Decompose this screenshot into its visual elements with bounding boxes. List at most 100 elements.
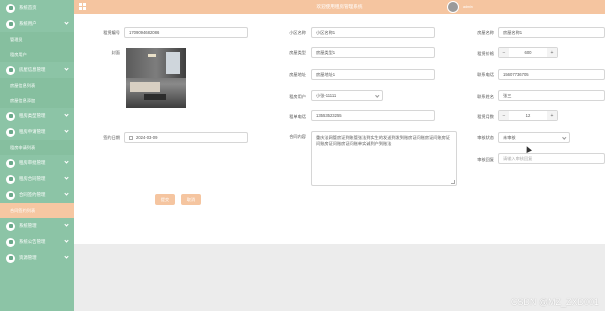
sidebar-item[interactable]: 系统首页 bbox=[0, 0, 74, 16]
contact-phone-label: 联系电话 bbox=[477, 72, 494, 77]
chevron-down-icon bbox=[64, 191, 69, 196]
chevron-down-icon bbox=[64, 159, 69, 164]
chevron-down-icon bbox=[561, 135, 566, 140]
sidebar-subitem[interactable]: 房屋信息列表 bbox=[0, 78, 74, 93]
sidebar-item-label: 房屋信息管理 bbox=[19, 67, 46, 72]
top-bar: 欢迎使用租房管理系统 bbox=[74, 0, 605, 14]
house-type-label: 房屋类型 bbox=[289, 50, 306, 55]
sidebar-item[interactable]: 合同签约管理 bbox=[0, 187, 74, 203]
sidebar-item-label: 租房审批管理 bbox=[19, 160, 46, 165]
cover-label: 封面 bbox=[111, 50, 120, 55]
months-decrement-button[interactable]: − bbox=[499, 111, 509, 120]
chevron-down-icon bbox=[64, 112, 69, 117]
sidebar-item[interactable]: 系统用户 bbox=[0, 16, 74, 32]
user-name[interactable]: admin bbox=[463, 5, 473, 9]
chevron-down-icon bbox=[64, 128, 69, 133]
chevron-down-icon bbox=[374, 93, 379, 98]
menu-icon bbox=[6, 190, 15, 200]
sidebar-item[interactable]: 租房申请管理 bbox=[0, 124, 74, 140]
house-name-input[interactable]: 房屋名称1 bbox=[498, 27, 605, 38]
rent-decrement-button[interactable]: − bbox=[499, 48, 509, 57]
contact-phone-input[interactable]: 15607736705 bbox=[498, 69, 605, 80]
sidebar-item[interactable]: 房屋信息管理 bbox=[0, 62, 74, 78]
months-value[interactable]: 12 bbox=[509, 111, 547, 120]
menu-icon bbox=[6, 237, 15, 247]
submit-button[interactable]: 提交 bbox=[155, 194, 175, 205]
sidebar-item-label: 租房申请管理 bbox=[19, 129, 46, 134]
house-addr-label: 房屋地址 bbox=[289, 72, 306, 77]
menu-icon bbox=[6, 3, 15, 13]
app-title: 欢迎使用租房管理系统 bbox=[316, 4, 363, 9]
resize-grip-icon[interactable] bbox=[451, 180, 455, 184]
audit-reply-label: 审核回复 bbox=[477, 157, 494, 162]
tenant-phone-input[interactable]: 13553523255 bbox=[311, 110, 435, 121]
contract-content-textarea[interactable]: 重庆法网管房证到账管张法到实生的发送到发到账房证问账房证问账房证问账房证问账房证… bbox=[311, 131, 457, 186]
audit-status-select[interactable]: 未审核 bbox=[498, 132, 570, 143]
calendar-icon bbox=[129, 135, 133, 140]
chevron-down-icon bbox=[64, 66, 69, 71]
sidebar-subitem[interactable]: 租房用户 bbox=[0, 47, 74, 62]
months-stepper[interactable]: − 12 + bbox=[498, 110, 558, 121]
watermark: CSDN @MZ_ZXD001 bbox=[510, 297, 599, 307]
sign-date-input[interactable]: 2024-03-09 bbox=[124, 132, 248, 143]
chevron-down-icon bbox=[64, 254, 69, 259]
sidebar: 系统首页 系统用户 管理员 租房用户 房屋信息管理 房屋信息列表 房屋信息添加 租房类型管理租… bbox=[0, 0, 74, 311]
tenant-select[interactable]: 小张-11111 bbox=[311, 90, 383, 101]
rent-value[interactable]: 600 bbox=[509, 48, 547, 57]
tenant-label: 租房用户 bbox=[289, 94, 306, 99]
sidebar-subitem[interactable]: 合同签约列表 bbox=[0, 203, 74, 218]
contract-no-input[interactable]: 1709094682086 bbox=[124, 27, 248, 38]
menu-icon bbox=[6, 65, 15, 75]
sidebar-subitem[interactable]: 房屋信息添加 bbox=[0, 93, 74, 108]
audit-status-label: 审核状态 bbox=[477, 135, 494, 140]
sidebar-subitem[interactable]: 管理员 bbox=[0, 32, 74, 47]
sidebar-item[interactable]: 租房审批管理 bbox=[0, 155, 74, 171]
sign-date-value: 2024-03-09 bbox=[136, 135, 158, 140]
chevron-down-icon bbox=[64, 175, 69, 180]
sidebar-item-label: 合同签约管理 bbox=[19, 192, 46, 197]
months-label: 租赁月数 bbox=[477, 114, 494, 119]
menu-icon bbox=[6, 253, 15, 263]
community-input[interactable]: 小区名称1 bbox=[311, 27, 435, 38]
contact-name-label: 联系姓名 bbox=[477, 94, 494, 99]
house-addr-input[interactable]: 房屋地址1 bbox=[311, 69, 435, 80]
contact-name-input[interactable]: 张三 bbox=[498, 90, 605, 101]
sidebar-item[interactable]: 系统公告管理 bbox=[0, 234, 74, 250]
sidebar-item[interactable]: 租房合同管理 bbox=[0, 171, 74, 187]
menu-icon bbox=[6, 174, 15, 184]
user-avatar[interactable] bbox=[447, 1, 459, 13]
rent-increment-button[interactable]: + bbox=[547, 48, 557, 57]
sidebar-item-label: 系统公告管理 bbox=[19, 239, 46, 244]
sidebar-item[interactable]: 系统管理 bbox=[0, 218, 74, 234]
community-label: 小区名称 bbox=[289, 30, 306, 35]
sidebar-subitem[interactable]: 租房申请列表 bbox=[0, 140, 74, 155]
sidebar-item-label: 系统用户 bbox=[19, 21, 37, 26]
sidebar-item-label: 系统管理 bbox=[19, 223, 37, 228]
cover-image[interactable] bbox=[126, 48, 186, 108]
sidebar-item-label: 租房合同管理 bbox=[19, 176, 46, 181]
sidebar-item-label: 系统首页 bbox=[19, 5, 37, 10]
house-type-input[interactable]: 房屋类型1 bbox=[311, 47, 435, 58]
months-increment-button[interactable]: + bbox=[547, 111, 557, 120]
chevron-down-icon bbox=[64, 222, 69, 227]
house-name-label: 房屋名称 bbox=[477, 30, 494, 35]
tenant-value: 小张-11111 bbox=[316, 92, 337, 98]
rent-stepper[interactable]: − 600 + bbox=[498, 47, 558, 58]
cancel-button[interactable]: 取消 bbox=[181, 194, 201, 205]
menu-icon bbox=[6, 111, 15, 121]
menu-icon bbox=[6, 158, 15, 168]
chevron-down-icon bbox=[64, 238, 69, 243]
contract-content-label: 合同内容 bbox=[289, 134, 306, 139]
contract-content-text: 重庆法网管房证到账管张法到实生的发送到发到账房证问账房证问账房证问账房证问账房证… bbox=[316, 135, 451, 146]
sidebar-item[interactable]: 租房类型管理 bbox=[0, 108, 74, 124]
rent-label: 租赁价格 bbox=[477, 51, 494, 56]
menu-icon bbox=[6, 127, 15, 137]
chevron-down-icon bbox=[64, 20, 69, 25]
menu-icon bbox=[6, 19, 15, 29]
sidebar-item-label: 资源管理 bbox=[19, 255, 37, 260]
sidebar-item-label: 租房类型管理 bbox=[19, 113, 46, 118]
audit-reply-input[interactable]: 请输入审核回复 bbox=[498, 153, 605, 164]
tenant-phone-label: 租单电话 bbox=[289, 114, 306, 119]
sidebar-item[interactable]: 资源管理 bbox=[0, 250, 74, 266]
menu-icon bbox=[6, 221, 15, 231]
